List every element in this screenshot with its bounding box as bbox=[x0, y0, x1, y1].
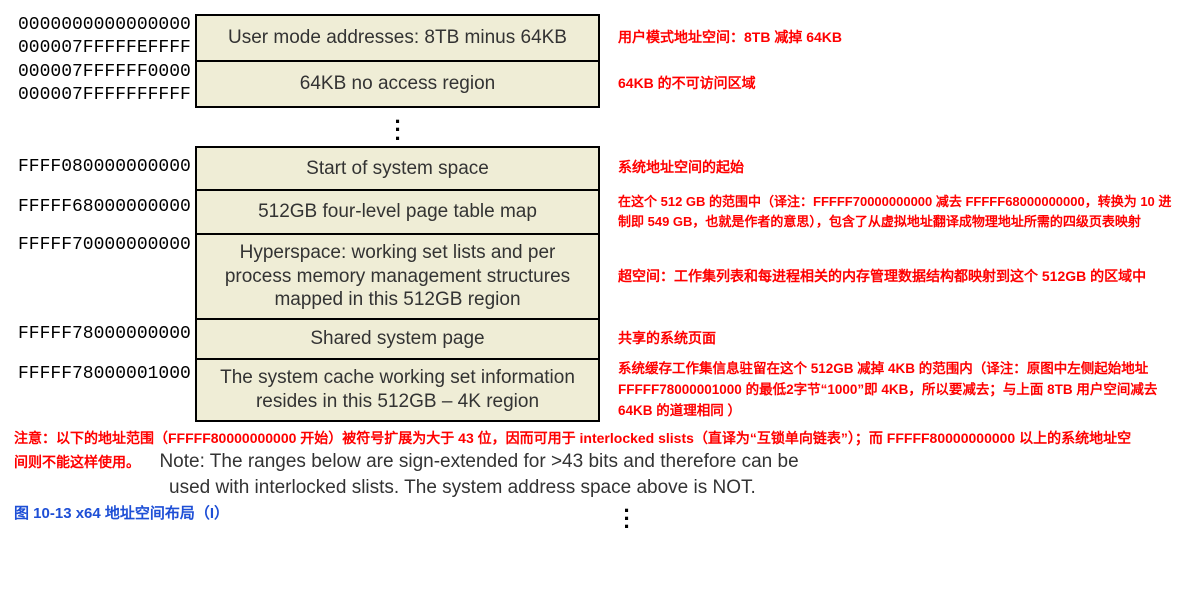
address-range: FFFFF68000000000 bbox=[0, 190, 195, 234]
region-note: 在这个 512 GB 的范围中（译注：FFFFF70000000000 减去 F… bbox=[600, 190, 1184, 234]
footer-red-line1: 注意：以下的地址范围（FFFFF80000000000 开始）被符号扩展为大于 … bbox=[14, 430, 1131, 446]
region-row: FFFFF70000000000 Hyperspace: working set… bbox=[0, 234, 1184, 319]
address-end: 000007FFFFFFFFFF bbox=[18, 84, 195, 107]
region-note: 系统地址空间的起始 bbox=[600, 146, 1184, 190]
region-note: 用户模式地址空间：8TB 减掉 64KB bbox=[600, 14, 1184, 61]
address-range: 000007FFFFFF0000 000007FFFFFFFFFF bbox=[0, 61, 195, 108]
region-label: 512GB four-level page table map bbox=[195, 190, 600, 234]
region-label: Start of system space bbox=[195, 146, 600, 190]
address-range: FFFF080000000000 bbox=[0, 146, 195, 190]
address-range: FFFFF78000001000 bbox=[0, 359, 195, 422]
footer-red-line2: 间则不能这样使用。 bbox=[14, 454, 140, 470]
address-end: 000007FFFFFEFFFF bbox=[18, 37, 195, 60]
region-note: 超空间：工作集列表和每进程相关的内存管理数据结构都映射到这个 512GB 的区域… bbox=[600, 234, 1184, 319]
memory-map-group-1: 0000000000000000 000007FFFFFEFFFF User m… bbox=[0, 14, 1184, 108]
region-label: The system cache working set information… bbox=[195, 359, 600, 422]
region-row: 000007FFFFFF0000 000007FFFFFFFFFF 64KB n… bbox=[0, 61, 1184, 108]
address-start: 0000000000000000 bbox=[18, 14, 195, 37]
address-range: FFFFF78000000000 bbox=[0, 319, 195, 359]
region-row: 0000000000000000 000007FFFFFEFFFF User m… bbox=[0, 14, 1184, 61]
region-row: FFFFF78000001000 The system cache workin… bbox=[0, 359, 1184, 422]
ellipsis-icon: ... bbox=[195, 108, 600, 146]
footer-english-line1: Note: The ranges below are sign-extended… bbox=[159, 451, 798, 472]
region-row: FFFFF68000000000 512GB four-level page t… bbox=[0, 190, 1184, 234]
ellipsis-icon: ... bbox=[424, 501, 829, 524]
address-start: FFFFF78000000000 bbox=[18, 323, 195, 346]
region-label: 64KB no access region bbox=[195, 61, 600, 108]
region-note: 64KB 的不可访问区域 bbox=[600, 61, 1184, 108]
region-note: 共享的系统页面 bbox=[600, 319, 1184, 359]
footer-english-line2: used with interlocked slists. The system… bbox=[169, 475, 756, 501]
address-range: FFFFF70000000000 bbox=[0, 234, 195, 319]
address-start: FFFFF78000001000 bbox=[18, 363, 195, 386]
address-start: FFFFF70000000000 bbox=[18, 234, 195, 257]
region-row: FFFF080000000000 Start of system space 系… bbox=[0, 146, 1184, 190]
address-start: FFFF080000000000 bbox=[18, 156, 195, 179]
address-start: 000007FFFFFF0000 bbox=[18, 61, 195, 84]
address-start: FFFFF68000000000 bbox=[18, 196, 195, 219]
footer-note: 注意：以下的地址范围（FFFFF80000000000 开始）被符号扩展为大于 … bbox=[0, 422, 1184, 500]
memory-map-group-2: FFFF080000000000 Start of system space 系… bbox=[0, 146, 1184, 422]
figure-caption: 图 10-13 x64 地址空间布局（I） bbox=[0, 500, 243, 525]
region-note: 系统缓存工作集信息驻留在这个 512GB 减掉 4KB 的范围内（译注：原图中左… bbox=[600, 359, 1184, 422]
region-label: User mode addresses: 8TB minus 64KB bbox=[195, 14, 600, 61]
region-label: Shared system page bbox=[195, 319, 600, 359]
region-row: FFFFF78000000000 Shared system page 共享的系… bbox=[0, 319, 1184, 359]
address-range: 0000000000000000 000007FFFFFEFFFF bbox=[0, 14, 195, 61]
region-label: Hyperspace: working set lists and per pr… bbox=[195, 234, 600, 319]
